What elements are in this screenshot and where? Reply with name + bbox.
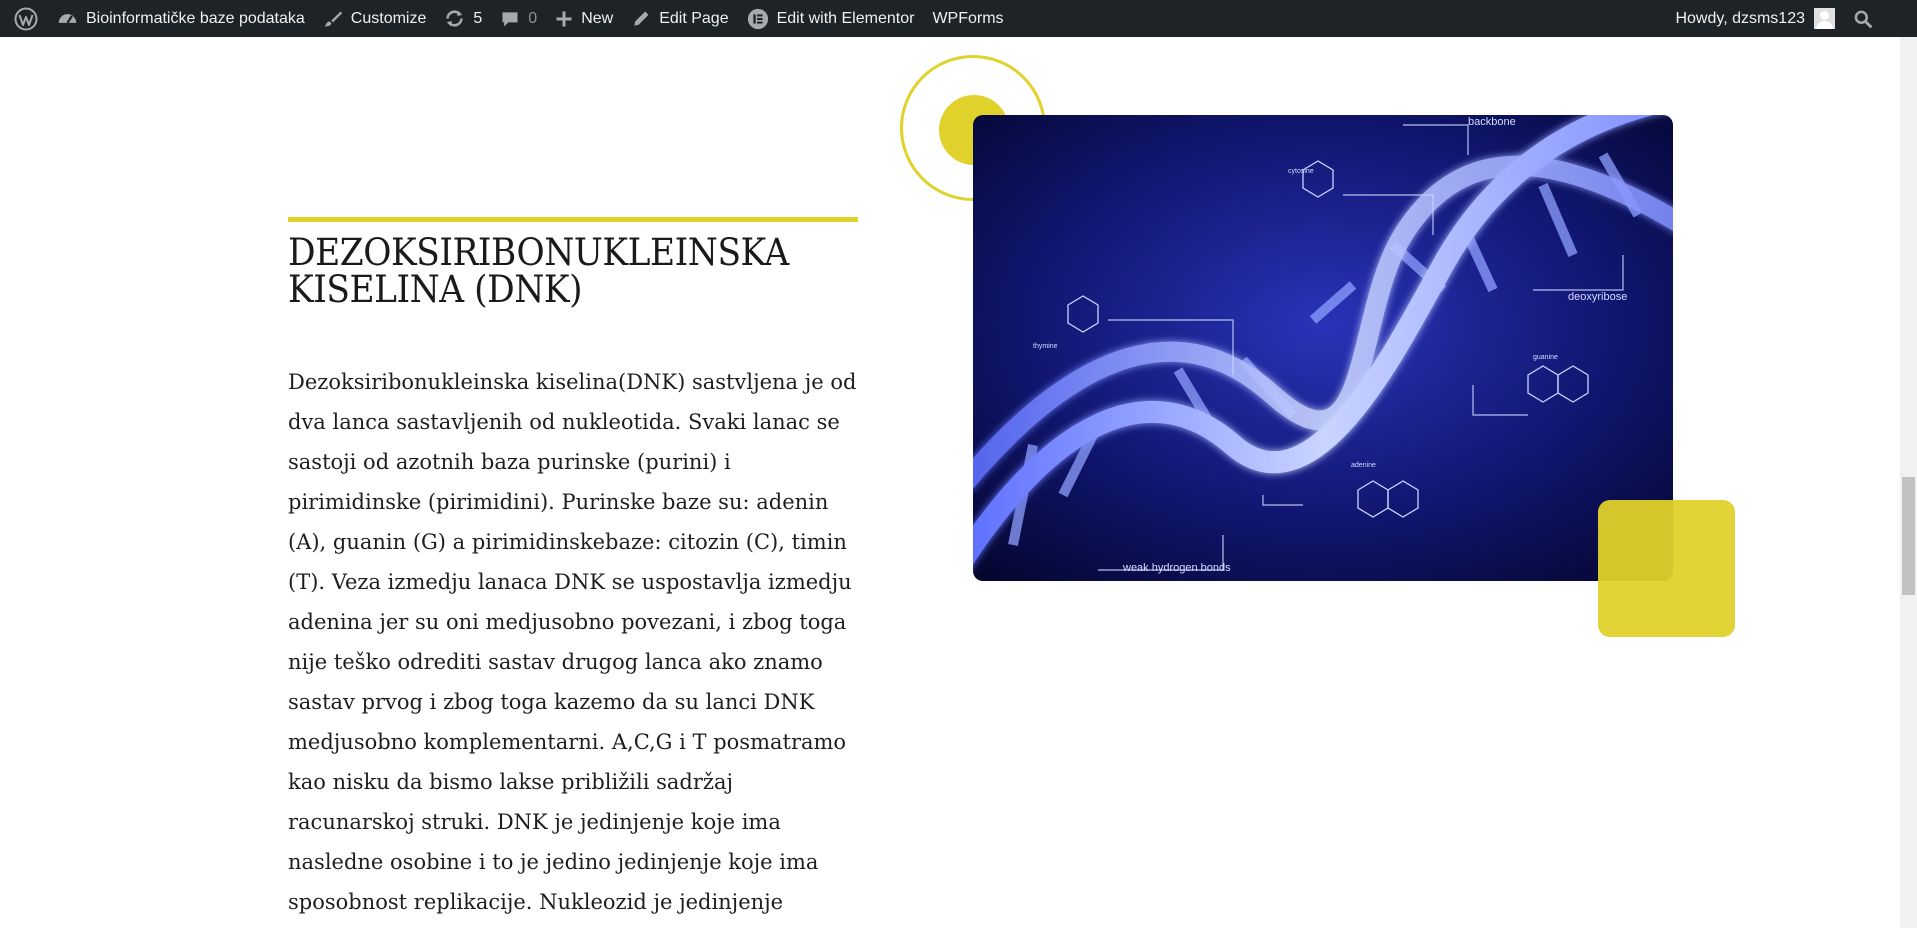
plus-icon (556, 11, 572, 26)
comments-button[interactable]: 0 (491, 0, 546, 37)
customize-button[interactable]: Customize (314, 0, 436, 37)
paintbrush-icon (324, 11, 342, 26)
edit-page-button[interactable]: Edit Page (622, 0, 737, 37)
updates-count: 5 (473, 9, 483, 27)
customize-label: Customize (350, 9, 427, 27)
label-hydrogen-bonds: weak hydrogen bonds (1122, 562, 1231, 574)
label-cytosine: cytosine (1288, 168, 1314, 175)
wordpress-logo-button[interactable] (0, 0, 48, 37)
page-title: DEZOKSIRIBONUKLEINSKA KISELINA (DNK) (288, 231, 789, 311)
edit-page-label: Edit Page (659, 9, 729, 27)
search-icon (1854, 10, 1872, 28)
label-thymine: thymine (1033, 343, 1058, 350)
decorative-square (1598, 500, 1735, 637)
body-paragraph: Dezoksiribonukleinska kiselina(DNK) sast… (288, 370, 857, 914)
label-guanine: guanine (1533, 354, 1558, 361)
pencil-icon (634, 11, 649, 26)
site-name: Bioinformatičke baze podataka (86, 9, 305, 27)
edit-elementor-label: Edit with Elementor (776, 9, 915, 27)
elementor-icon (747, 8, 768, 29)
label-backbone: backbone (1468, 116, 1516, 128)
edit-with-elementor-button[interactable]: Edit with Elementor (738, 0, 924, 37)
page-scrollbar[interactable] (1900, 37, 1917, 928)
wordpress-icon (14, 7, 38, 30)
scrollbar-thumb[interactable] (1902, 477, 1915, 595)
dashboard-icon (58, 14, 77, 24)
howdy-label: Howdy, dzsms123 (1675, 9, 1805, 27)
heading-accent-line (288, 217, 858, 222)
admin-bar: Bioinformatičke baze podataka Customize … (0, 0, 1917, 37)
my-account-menu[interactable]: Howdy, dzsms123 (1666, 0, 1844, 37)
updates-button[interactable]: 5 (435, 0, 491, 37)
label-deoxyribose: deoxyribose (1568, 291, 1627, 303)
wpforms-menu[interactable]: WPForms (923, 0, 1012, 37)
dna-helix-image: backbone cytosine thymine deoxyribose gu… (973, 115, 1673, 581)
new-content-button[interactable]: New (546, 0, 622, 37)
label-adenine: adenine (1351, 462, 1376, 469)
site-name-menu[interactable]: Bioinformatičke baze podataka (48, 0, 314, 37)
updates-icon (446, 10, 464, 27)
admin-search-button[interactable] (1844, 0, 1917, 37)
new-label: New (581, 9, 614, 27)
comments-count: 0 (528, 9, 538, 27)
avatar (1814, 8, 1835, 29)
wpforms-label: WPForms (932, 9, 1004, 27)
comment-icon (502, 11, 518, 26)
